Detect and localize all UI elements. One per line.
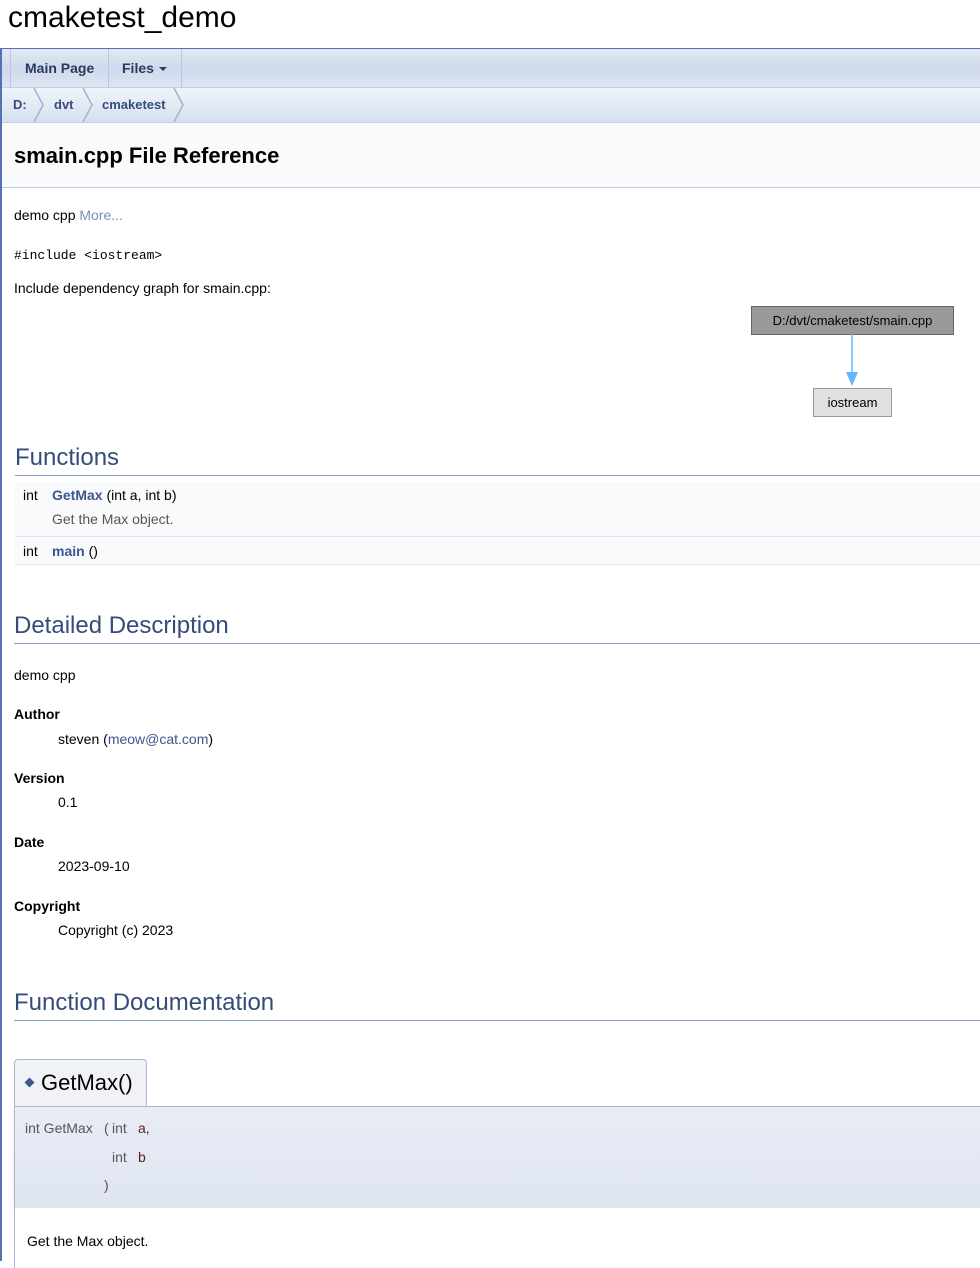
copyright-value: Copyright (c) 2023 [58,922,174,938]
proto-open-paren: ( [104,1120,109,1136]
param-name-a: a, [138,1120,150,1136]
page-left-border [0,0,2,1261]
tab-main-page-label: Main Page [25,60,95,76]
detailed-description-divider [14,643,980,644]
author-suffix: ) [208,731,214,747]
diamond-icon [24,1077,35,1088]
brief-text: demo cpp [14,207,76,223]
member-title-text: GetMax() [41,1070,133,1095]
functions-heading: Functions [15,444,120,471]
param-type-a: int [112,1120,127,1136]
brief-description: demo cpp More... [14,207,123,223]
author-email-link[interactable]: meow@cat.com [108,731,209,747]
detailed-description-heading: Detailed Description [14,612,229,639]
author-value: steven (meow@cat.com) [58,731,213,747]
function-link-getmax[interactable]: GetMax [52,487,103,503]
function-return-type: int [23,543,38,559]
breadcrumb-separator-icon [33,88,44,122]
param-name-b: b [138,1149,146,1165]
breadcrumb: D: dvt cmaketest [2,88,980,123]
title-area: cmaketest_demo [0,0,980,49]
graph-edge-arrow [846,334,858,386]
version-value: 0.1 [58,794,78,810]
member-prototype: int GetMax ( int a, int b ) [14,1106,980,1209]
function-args: () [84,543,98,559]
function-row-main: int main () [15,538,980,565]
date-label: Date [14,834,45,850]
include-line: #include <iostream> [14,248,163,263]
project-name: cmaketest_demo [8,1,237,34]
tab-main-page[interactable]: Main Page [10,49,110,87]
chevron-down-icon [158,67,167,72]
graph-node-main[interactable]: D:/dvt/cmaketest/smain.cpp [751,306,954,335]
author-label: Author [14,706,60,722]
detailed-brief: demo cpp [14,667,76,683]
tab-files-label: Files [122,60,154,76]
param-type-b: int [112,1149,127,1165]
page-header: smain.cpp File Reference [2,123,980,188]
function-row-getmax: int GetMax (int a, int b) Get the Max ob… [15,482,980,537]
function-brief: Get the Max object. [52,511,174,527]
graph-caption: Include dependency graph for smain.cpp: [14,280,271,296]
proto-close-paren: ) [104,1177,109,1193]
breadcrumb-item-dvt[interactable]: dvt [54,88,74,122]
member-doc: Get the Max object. [14,1208,980,1268]
proto-return-name: int GetMax [25,1120,93,1136]
member-doc-text: Get the Max object. [27,1233,149,1249]
breadcrumb-separator-icon [173,88,184,122]
author-name: steven ( [58,731,108,747]
version-label: Version [14,770,65,786]
breadcrumb-separator-icon [82,88,93,122]
tab-files[interactable]: Files [108,49,182,87]
function-documentation-divider [14,1020,980,1021]
function-link-main[interactable]: main [52,543,85,559]
function-signature: main () [52,543,98,559]
breadcrumb-item-cmaketest[interactable]: cmaketest [102,88,166,122]
functions-divider [15,475,980,476]
function-signature: GetMax (int a, int b) [52,487,177,503]
member-title-getmax: GetMax() [14,1059,147,1107]
date-value: 2023-09-10 [58,858,130,874]
function-return-type: int [23,487,38,503]
more-link[interactable]: More... [79,207,123,223]
copyright-label: Copyright [14,898,81,914]
nav-tabs: Main Page Files [2,49,980,88]
graph-node-dependency[interactable]: iostream [813,388,892,417]
breadcrumb-item-d[interactable]: D: [13,88,27,122]
page-title: smain.cpp File Reference [14,143,280,168]
function-documentation-heading: Function Documentation [14,989,275,1016]
function-args: (int a, int b) [102,487,177,503]
